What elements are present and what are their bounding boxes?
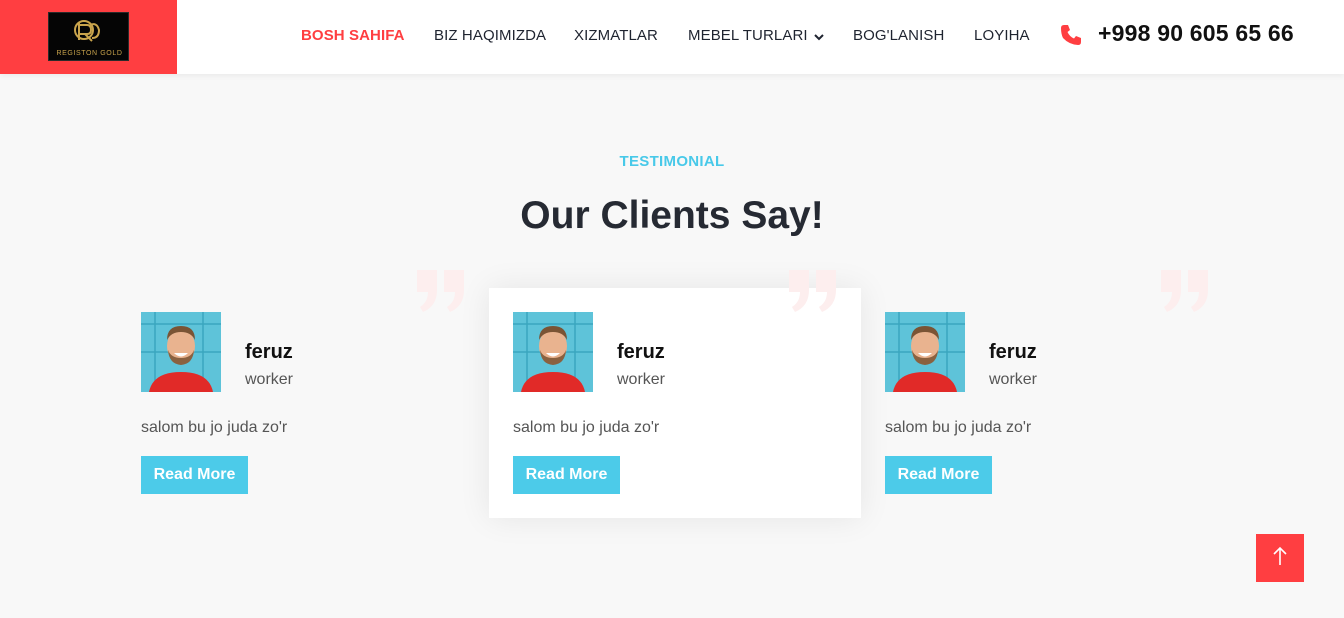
section-eyebrow: TESTIMONIAL <box>619 153 725 170</box>
nav-item-mebel-turlari[interactable]: MEBEL TURLARI <box>688 27 824 45</box>
nav-item-boglanish[interactable]: BOG'LANISH <box>853 27 944 44</box>
testimonial-text: salom bu jo juda zo'r <box>141 419 288 436</box>
avatar <box>513 312 593 392</box>
nav-item-biz-haqimizda[interactable]: BIZ HAQIMIZDA <box>434 27 546 44</box>
read-more-button[interactable]: Read More <box>513 456 620 494</box>
client-name: feruz <box>245 341 293 363</box>
client-name: feruz <box>617 341 665 363</box>
client-name: feruz <box>989 341 1037 363</box>
chevron-down-icon <box>813 28 824 45</box>
quote-icon <box>415 268 467 314</box>
quote-icon <box>787 268 839 314</box>
client-role: worker <box>245 371 294 388</box>
avatar <box>141 312 221 392</box>
phone-icon <box>1059 23 1083 47</box>
nav-item-bosh-sahifa[interactable]: BOSH SAHIFA <box>301 27 405 44</box>
testimonial-text: salom bu jo juda zo'r <box>885 419 1032 436</box>
nav-item-loyiha[interactable]: LOYIHA <box>974 27 1030 44</box>
nav-item-xizmatlar[interactable]: XIZMATLAR <box>574 27 658 44</box>
svg-text:REGISTON GOLD: REGISTON GOLD <box>56 50 122 57</box>
client-role: worker <box>617 371 666 388</box>
logo-container: REGISTON GOLD <box>0 0 177 74</box>
avatar <box>885 312 965 392</box>
site-header: REGISTON GOLD BOSH SAHIFA BIZ HAQIMIZDA … <box>0 0 1344 74</box>
testimonial-card: feruz worker salom bu jo juda zo'r Read … <box>861 270 1233 518</box>
section-title: Our Clients Say! <box>520 194 824 237</box>
client-role: worker <box>989 371 1038 388</box>
quote-icon <box>1159 268 1211 314</box>
testimonial-card: feruz worker salom bu jo juda zo'r Read … <box>489 270 861 518</box>
read-more-button[interactable]: Read More <box>141 456 248 494</box>
brand-logo[interactable]: REGISTON GOLD <box>48 12 129 61</box>
testimonial-card: feruz worker salom bu jo juda zo'r Read … <box>117 270 489 518</box>
nav-item-label: MEBEL TURLARI <box>688 27 808 44</box>
phone-number[interactable]: +998 90 605 65 66 <box>1098 20 1294 47</box>
back-to-top-button[interactable] <box>1256 534 1304 582</box>
testimonial-text: salom bu jo juda zo'r <box>513 419 660 436</box>
arrow-up-icon <box>1272 546 1288 571</box>
read-more-button[interactable]: Read More <box>885 456 992 494</box>
